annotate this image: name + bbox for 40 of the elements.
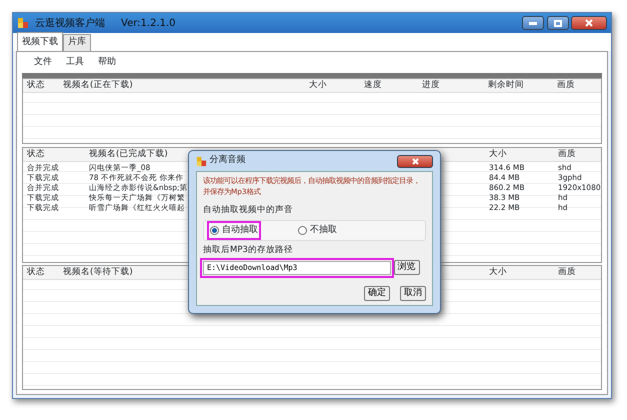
group-label: 自动抽取视频中的声音 — [203, 204, 294, 217]
menu-item[interactable]: 文件 — [34, 56, 52, 69]
menu-item[interactable]: 工具 — [66, 56, 84, 69]
maximize-icon — [554, 20, 562, 26]
column-header[interactable]: 速度 — [360, 79, 418, 92]
minimize-button[interactable] — [522, 16, 544, 30]
radio-button[interactable] — [210, 226, 219, 236]
column-header[interactable]: 视频名(正在下载) — [59, 79, 305, 92]
path-label: 抽取后MP3的存放路径 — [203, 244, 294, 258]
column-header[interactable]: 大小 — [305, 79, 360, 92]
tab[interactable]: 片库 — [63, 34, 91, 50]
radio-button[interactable] — [298, 226, 307, 236]
column-header[interactable]: 状态 — [23, 79, 59, 92]
column-header[interactable]: 大小 — [485, 266, 554, 279]
dialog-button[interactable]: 确定 — [364, 286, 390, 301]
minimize-icon — [529, 22, 537, 24]
menu-item[interactable]: 帮助 — [98, 56, 116, 69]
dialog-title: 分离音频 — [210, 154, 246, 168]
dialog-button[interactable]: 取消 — [400, 286, 426, 301]
column-header[interactable]: 进度 — [418, 79, 484, 92]
close-button[interactable] — [397, 154, 433, 168]
close-icon — [585, 19, 593, 27]
column-header[interactable]: 状态 — [23, 148, 85, 160]
column-header[interactable]: 画质 — [554, 148, 601, 160]
radio-option[interactable]: 自动抽取 — [210, 224, 258, 238]
browse-button[interactable]: 浏览 — [394, 260, 420, 276]
maximize-button[interactable] — [546, 16, 568, 30]
column-header[interactable]: 画质 — [553, 79, 601, 92]
window-title: 云逛视频客户端 — [35, 16, 105, 30]
column-header[interactable]: 状态 — [23, 266, 59, 279]
tab[interactable]: 视频下载 — [17, 32, 63, 50]
close-icon — [412, 158, 418, 164]
radio-option[interactable]: 不抽取 — [298, 224, 337, 238]
column-header[interactable]: 画质 — [554, 266, 601, 279]
dialog-icon — [196, 156, 207, 166]
column-header[interactable]: 大小 — [485, 148, 554, 160]
close-button[interactable] — [571, 16, 607, 30]
column-header[interactable]: 剩余时间 — [484, 79, 553, 92]
app-icon — [17, 17, 29, 29]
version-label: Ver:1.2.1.0 — [121, 16, 176, 30]
